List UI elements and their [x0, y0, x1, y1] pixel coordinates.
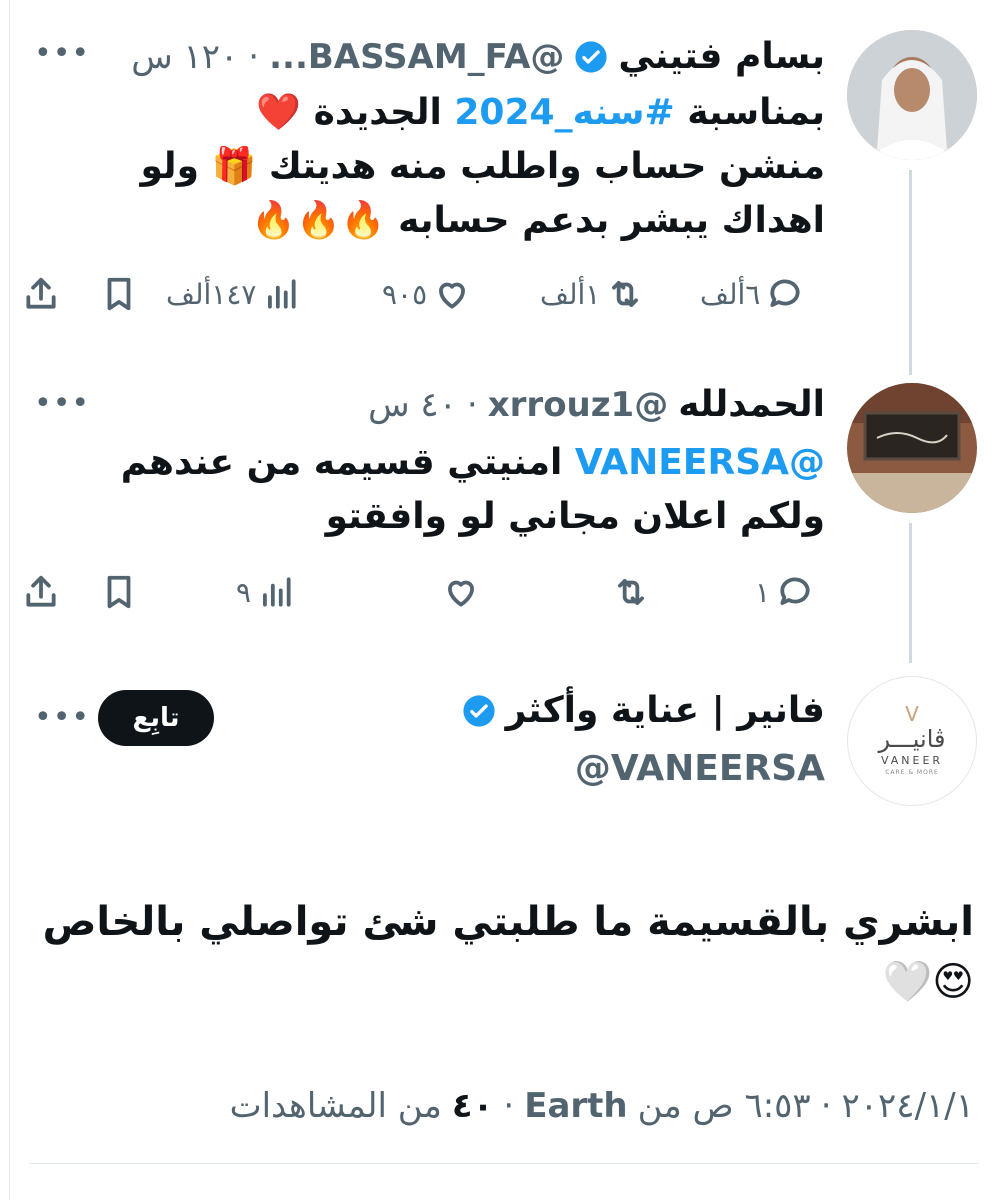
avatar-logo-sub: CARE & MORE [885, 769, 939, 776]
tweet-time[interactable]: ١٢٠ س [131, 37, 238, 77]
tweet-actions: ١ ٩ [0, 570, 1008, 614]
main-tweet-line-2: 😍🤍 [882, 959, 974, 1005]
separator: · [466, 384, 478, 425]
separator: · [248, 36, 260, 77]
share-icon [26, 575, 56, 607]
tweet-line-2: منشن حساب واطلب منه هديتك 🎁 ولو [140, 146, 825, 187]
more-icon[interactable]: ••• [34, 386, 90, 421]
tweet-time[interactable]: ٤٠ س [368, 385, 457, 425]
bookmark-icon [107, 277, 131, 311]
author-name-row: فانير | عناية وأكثر [462, 690, 825, 731]
tweet-actions: ٦ألف ١ألف ٩٠٥ ١٤٧ألف [0, 272, 1008, 316]
separator: · [820, 1086, 832, 1126]
tweet-header: الحمدلله @xrrouz1 · ٤٠ س [368, 384, 825, 425]
hashtag-link[interactable]: #سنه_2024 [454, 92, 674, 133]
like-button[interactable]: ٩٠٥ [382, 272, 471, 316]
tweet-text: @VANEERSA امنيتي قسيمه من عندهم ولكم اعل… [105, 436, 825, 544]
tweet-timestamp: ٢٠٢٤/١/١ · ٦:٥٣ ص من Earth · ٤٠ من المشا… [230, 1086, 974, 1126]
avatar-portrait-icon [847, 30, 977, 160]
tweet-header: بسام فتيني @BASSAM_FA... · ١٢٠ س [131, 36, 825, 77]
bookmark-icon [107, 575, 131, 609]
share-icon [26, 277, 56, 309]
bookmark-button[interactable] [100, 570, 138, 614]
avatar-logo-ar: ڤانيـــر [878, 725, 946, 753]
main-tweet-text: ابشري بالقسيمة ما طلبتي شئ تواصلي بالخاص… [34, 892, 974, 1012]
main-tweet-line-1: ابشري بالقسيمة ما طلبتي شئ تواصلي بالخاص [42, 899, 974, 945]
retweet-icon [612, 281, 639, 307]
tweet-text: بمناسبة #سنه_2024 الجديدة ❤️ منشن حساب و… [105, 86, 825, 248]
author-handle[interactable]: @BASSAM_FA... [269, 37, 564, 77]
reply-button[interactable]: ١ [755, 570, 814, 614]
more-icon[interactable]: ••• [34, 700, 90, 735]
separator: · [503, 1086, 515, 1126]
author-handle[interactable]: @xrrouz1 [488, 385, 668, 425]
retweet-icon [618, 579, 644, 605]
mention-link[interactable]: @VANEERSA [575, 442, 825, 483]
author-name[interactable]: الحمدلله [678, 384, 825, 425]
tweet-source: Earth [524, 1086, 628, 1126]
bookmark-button[interactable] [100, 272, 138, 316]
author-name[interactable]: فانير | عناية وأكثر [506, 690, 825, 731]
tweet-line-2: ولكم اعلان مجاني لو وافقتو [325, 496, 825, 537]
retweet-button[interactable]: ١ألف [540, 272, 644, 316]
like-icon [439, 282, 466, 309]
like-icon [448, 580, 474, 607]
reply-button[interactable]: ٦ألف [700, 272, 804, 316]
tweet-line-3: اهداك يبشر بدعم حسابه 🔥🔥🔥 [251, 200, 825, 241]
reply-icon [780, 577, 810, 605]
views-label: من المشاهدات [229, 1086, 442, 1126]
avatar[interactable] [847, 383, 977, 513]
share-button[interactable] [22, 570, 60, 614]
views-count[interactable]: ٤٠ [452, 1086, 494, 1126]
avatar-logo-mark: V [905, 702, 919, 726]
follow-button[interactable]: تابِع [98, 690, 214, 746]
share-button[interactable] [22, 272, 60, 316]
verified-icon [463, 694, 495, 727]
reply-icon [770, 279, 800, 307]
verified-icon [575, 40, 607, 73]
views-button[interactable]: ٩ [236, 570, 295, 614]
avatar-logo-en: VANEER [880, 754, 944, 767]
more-icon[interactable]: ••• [34, 36, 90, 71]
author-name[interactable]: بسام فتيني [618, 36, 825, 77]
avatar[interactable]: V ڤانيـــر VANEER CARE & MORE [847, 676, 977, 806]
divider [30, 1163, 978, 1164]
tweet-date[interactable]: ٢٠٢٤/١/١ [842, 1086, 974, 1126]
views-icon [268, 279, 296, 309]
views-button[interactable]: ١٤٧ألف [166, 272, 300, 316]
avatar-sign-icon [847, 383, 977, 513]
author-handle[interactable]: @VANEERSA [575, 748, 825, 789]
retweet-button[interactable] [612, 570, 650, 614]
tweet-line-1: @VANEERSA امنيتي قسيمه من عندهم [120, 442, 825, 483]
tweet-line-1: بمناسبة #سنه_2024 الجديدة ❤️ [256, 92, 825, 133]
avatar[interactable] [847, 30, 977, 160]
tweet-time[interactable]: ٦:٥٣ ص من [638, 1086, 811, 1126]
views-icon [263, 577, 291, 607]
like-button[interactable] [442, 570, 480, 614]
